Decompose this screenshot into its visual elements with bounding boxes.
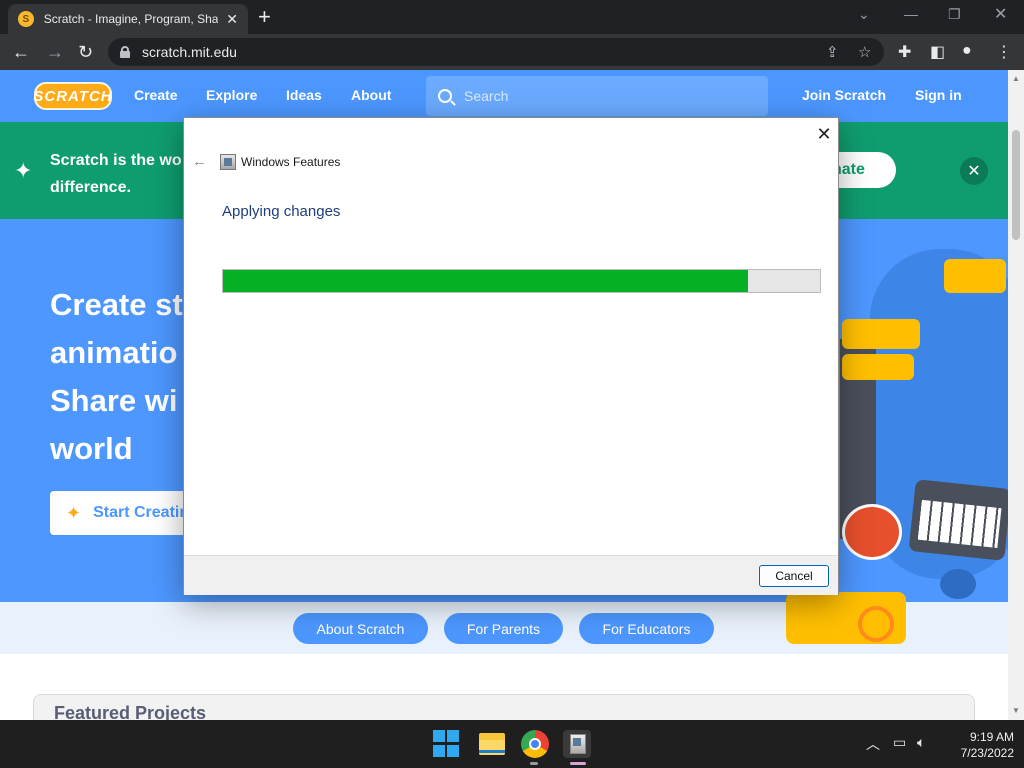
forward-arrow-icon[interactable]: → xyxy=(46,42,64,62)
browser-tab-strip: S Scratch - Imagine, Program, Share ✕ + … xyxy=(0,0,1024,34)
dialog-back-arrow-icon[interactable]: ← xyxy=(192,153,207,170)
hero-line-3: Share wi xyxy=(50,383,178,418)
scroll-down-icon[interactable]: ▼ xyxy=(1012,706,1020,715)
reload-icon[interactable]: ↻ xyxy=(78,42,93,62)
clock-date: 7/23/2022 xyxy=(960,746,1014,760)
scratch-logo[interactable]: SCRATCH xyxy=(33,82,112,110)
start-creating-button[interactable]: ✦ Start Creatin xyxy=(50,491,200,535)
search-placeholder: Search xyxy=(464,88,509,104)
sparkle-icon: ✦ xyxy=(66,502,82,523)
nav-create[interactable]: Create xyxy=(134,87,178,103)
code-block-icon xyxy=(842,319,920,349)
sign-in-link[interactable]: Sign in xyxy=(915,87,962,103)
code-block-icon xyxy=(842,354,914,380)
chrome-menu-icon[interactable]: ⋮ xyxy=(996,42,1012,62)
search-icon xyxy=(438,89,452,103)
share-icon[interactable]: ⇪ xyxy=(826,43,839,61)
tab-search-chevron-icon[interactable]: ⌄ xyxy=(858,6,870,23)
new-tab-icon[interactable]: + xyxy=(258,5,271,29)
featured-projects-title: Featured Projects xyxy=(54,703,207,720)
start-menu-icon[interactable] xyxy=(433,730,461,758)
lock-icon xyxy=(120,46,130,58)
for-parents-button[interactable]: For Parents xyxy=(444,613,563,644)
scroll-up-icon[interactable]: ▲ xyxy=(1012,74,1020,83)
about-scratch-button[interactable]: About Scratch xyxy=(293,613,428,644)
hero-heading: Create st animatio Share wi world xyxy=(50,281,185,473)
progress-bar xyxy=(222,269,821,293)
drum-icon xyxy=(842,504,902,560)
chrome-icon[interactable] xyxy=(521,730,549,758)
join-scratch-link[interactable]: Join Scratch xyxy=(802,87,886,103)
dialog-title: Windows Features xyxy=(241,155,341,169)
address-bar[interactable]: scratch.mit.edu ⇪ ☆ xyxy=(108,38,884,66)
extensions-puzzle-icon[interactable]: ✚ xyxy=(898,42,911,62)
scratch-favicon-icon: S xyxy=(18,11,34,27)
tab-close-icon[interactable]: ✕ xyxy=(226,11,238,28)
side-panel-icon[interactable]: ◧ xyxy=(930,42,945,62)
volume-icon[interactable]: 🔈︎ xyxy=(917,734,925,751)
minimize-icon[interactable]: — xyxy=(904,6,918,22)
scratch-navbar: SCRATCH Create Explore Ideas About Searc… xyxy=(0,70,1008,122)
network-icon[interactable]: ▭ xyxy=(893,734,906,751)
back-arrow-icon[interactable]: ← xyxy=(12,42,30,62)
hero-line-4: world xyxy=(50,431,133,466)
clock-time: 9:19 AM xyxy=(969,730,1014,744)
scrollbar-thumb[interactable] xyxy=(1012,130,1020,240)
show-hidden-icons-chevron-icon[interactable]: ︿ xyxy=(866,734,880,754)
sparkle-icon: ✦ xyxy=(14,158,33,183)
start-creating-label: Start Creatin xyxy=(93,504,190,521)
browser-tab[interactable]: S Scratch - Imagine, Program, Share ✕ xyxy=(8,4,248,34)
tap-hand-icon xyxy=(858,606,894,642)
taskbar-clock[interactable]: 9:19 AM 7/23/2022 xyxy=(938,729,1014,761)
tab-title: Scratch - Imagine, Program, Share xyxy=(43,12,219,26)
address-bar-url: scratch.mit.edu xyxy=(142,44,237,60)
hero-line-2: animatio xyxy=(50,335,178,370)
scratch-search-input[interactable]: Search xyxy=(426,76,768,116)
banner-text: Scratch is the wo difference. xyxy=(50,152,182,196)
hero-illustration-dot xyxy=(940,569,976,599)
nav-ideas[interactable]: Ideas xyxy=(286,87,322,103)
banner-close-icon[interactable]: ✕ xyxy=(960,157,988,185)
window-close-icon[interactable]: ✕ xyxy=(994,4,1007,24)
for-educators-button[interactable]: For Educators xyxy=(579,613,714,644)
nav-explore[interactable]: Explore xyxy=(206,87,257,103)
windows-taskbar: ︿ ▭ 🔈︎ 9:19 AM 7/23/2022 xyxy=(0,720,1024,768)
cancel-button[interactable]: Cancel xyxy=(759,565,829,587)
windows-features-taskbar-icon[interactable] xyxy=(563,730,591,758)
restore-icon[interactable]: ❐ xyxy=(948,6,961,23)
shortcut-bar: About Scratch For Parents For Educators xyxy=(0,592,1008,654)
file-explorer-icon[interactable] xyxy=(478,730,506,758)
profile-avatar-icon[interactable]: ● xyxy=(962,42,972,60)
keyboard-icon xyxy=(908,479,1008,561)
windows-features-dialog: ✕ ← Windows Features Applying changes Ca… xyxy=(183,117,839,595)
dialog-close-icon[interactable]: ✕ xyxy=(812,122,836,146)
nav-about[interactable]: About xyxy=(351,87,391,103)
chrome-running-indicator xyxy=(530,762,538,765)
hero-line-1: Create st xyxy=(50,287,183,322)
browser-toolbar: ← → ↻ scratch.mit.edu ⇪ ☆ ✚ ◧ ● ⋮ xyxy=(0,34,1024,70)
progress-bar-fill xyxy=(223,270,749,292)
page-scrollbar[interactable]: ▲ ▼ xyxy=(1008,70,1024,720)
featured-projects-box: Featured Projects xyxy=(33,694,975,720)
desktop-screen: S Scratch - Imagine, Program, Share ✕ + … xyxy=(0,0,1024,768)
active-app-indicator xyxy=(570,762,586,765)
code-block-icon xyxy=(944,259,1006,293)
windows-features-icon xyxy=(220,154,236,170)
bookmark-star-icon[interactable]: ☆ xyxy=(858,43,871,61)
dialog-status-text: Applying changes xyxy=(222,203,341,220)
dialog-footer: Cancel xyxy=(184,555,838,595)
